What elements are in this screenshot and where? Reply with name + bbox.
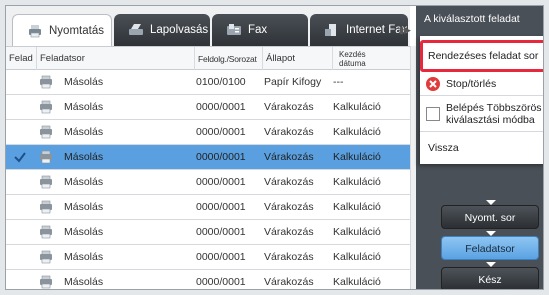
job-status: Várakozás [264,201,314,213]
job-count: 0100/0100 [196,76,246,88]
copy-job-icon [40,200,52,214]
job-start: Kalkuláció [333,276,381,288]
table-row[interactable]: Másolás 0000/0001 Várakozás Kalkuláció [6,120,410,145]
job-start: Kalkuláció [333,176,381,188]
job-status: Várakozás [264,251,314,263]
tab-scroll-icon[interactable]: ▮▶ [399,20,411,40]
job-name: Másolás [64,251,104,263]
stop-icon [426,76,440,91]
stop-delete-label: Stop/törlés [446,77,497,90]
back-label: Vissza [428,142,459,154]
job-status: Várakozás [264,226,314,238]
scanner-icon [129,24,143,35]
job-count: 0000/0001 [196,276,246,288]
copy-job-icon [40,75,52,89]
multi-select-button[interactable]: Belépés Többszörös kiválasztási módba [420,96,543,132]
table-row[interactable]: Másolás 0000/0001 Várakozás Kalkuláció [6,170,410,195]
table-row[interactable]: Másolás 0000/0001 Várakozás Kalkuláció [6,145,410,170]
job-status: Várakozás [264,101,314,113]
copy-job-icon [40,125,52,139]
panel-title: A kiválasztott feladat [424,13,520,25]
table-row[interactable]: Másolás 0000/0001 Várakozás Kalkuláció [6,245,410,270]
check-icon [14,152,26,163]
tab-internet-fax[interactable]: Internet Fax [310,14,408,46]
copy-job-icon [40,150,52,164]
header-feladatsor: Feladatsor [36,47,194,70]
job-start: Kalkuláció [333,151,381,163]
job-status: Papír Kifogy [264,76,322,88]
job-start: Kalkuláció [333,101,381,113]
priority-label: Rendezéses feladat sor [428,49,539,62]
tab-bar: Nyomtatás Lapolvasás Fax Internet Fax [6,6,410,46]
print-queue-button[interactable]: Nyomt. sor [441,205,539,229]
copy-job-icon [40,100,52,114]
job-count: 0000/0001 [196,201,246,213]
priority-button[interactable]: Rendezéses feladat sor [420,40,543,72]
job-status: Várakozás [264,126,314,138]
job-count: 0000/0001 [196,251,246,263]
tab-fax[interactable]: Fax [212,14,308,46]
fax-icon [227,24,241,35]
job-count: 0000/0001 [196,176,246,188]
copy-job-icon [40,175,52,189]
action-panel: A kiválasztott feladat Rendezéses felada… [416,6,543,289]
completed-button[interactable]: Kész [441,267,539,289]
job-count: 0000/0001 [196,226,246,238]
table-row[interactable]: Másolás 0000/0001 Várakozás Kalkuláció [6,95,410,120]
job-status: Várakozás [264,176,314,188]
header-allapot: Állapot [262,47,332,70]
job-status: Várakozás [264,276,314,288]
job-start: Kalkuláció [333,126,381,138]
copy-job-icon [40,250,52,264]
job-queue-button[interactable]: Feladatsor [441,236,539,260]
job-name: Másolás [64,201,104,213]
job-count: 0000/0001 [196,126,246,138]
table-row[interactable]: Másolás 0000/0001 Várakozás Kalkuláció [6,270,410,289]
header-feldolg: Feldolg./Sorozat [194,47,262,70]
header-kezdes: Kezdés dátuma [332,47,410,70]
job-name: Másolás [64,151,104,163]
header-felad: Felad [9,53,33,64]
printer-icon [29,24,41,37]
stop-delete-button[interactable]: Stop/törlés [420,72,543,96]
tab-print[interactable]: Nyomtatás [12,14,112,46]
tab-scan[interactable]: Lapolvasás [114,14,210,46]
tab-scan-label: Lapolvasás [150,24,209,36]
job-start: Kalkuláció [333,201,381,213]
table-header: Felad Feladatsor Feldolg./Sorozat Állapo… [6,46,410,70]
job-name: Másolás [64,76,104,88]
job-name: Másolás [64,226,104,238]
job-start: --- [333,76,344,88]
tab-fax-label: Fax [248,24,268,36]
job-start: Kalkuláció [333,226,381,238]
job-count: 0000/0001 [196,151,246,163]
job-name: Másolás [64,101,104,113]
copy-job-icon [40,275,52,289]
job-status: Várakozás [264,151,314,163]
table-row[interactable]: Másolás 0000/0001 Várakozás Kalkuláció [6,195,410,220]
table-row[interactable]: Másolás 0000/0001 Várakozás Kalkuláció [6,220,410,245]
job-name: Másolás [64,126,104,138]
job-name: Másolás [64,276,104,288]
job-status-screen: Nyomtatás Lapolvasás Fax Internet Fax Fe… [5,5,544,290]
internet-fax-icon [325,24,336,36]
copy-job-icon [40,225,52,239]
job-count: 0000/0001 [196,101,246,113]
table-row[interactable]: Másolás 0100/0100 Papír Kifogy --- [6,70,410,95]
job-name: Másolás [64,176,104,188]
tab-print-label: Nyomtatás [49,24,104,37]
multi-select-label: Belépés Többszörös kiválasztási módba [446,101,542,126]
action-menu: Rendezéses feladat sor Stop/törlés Belép… [420,36,543,164]
back-button[interactable]: Vissza [420,132,543,164]
job-start: Kalkuláció [333,251,381,263]
multi-select-checkbox[interactable] [426,106,440,121]
